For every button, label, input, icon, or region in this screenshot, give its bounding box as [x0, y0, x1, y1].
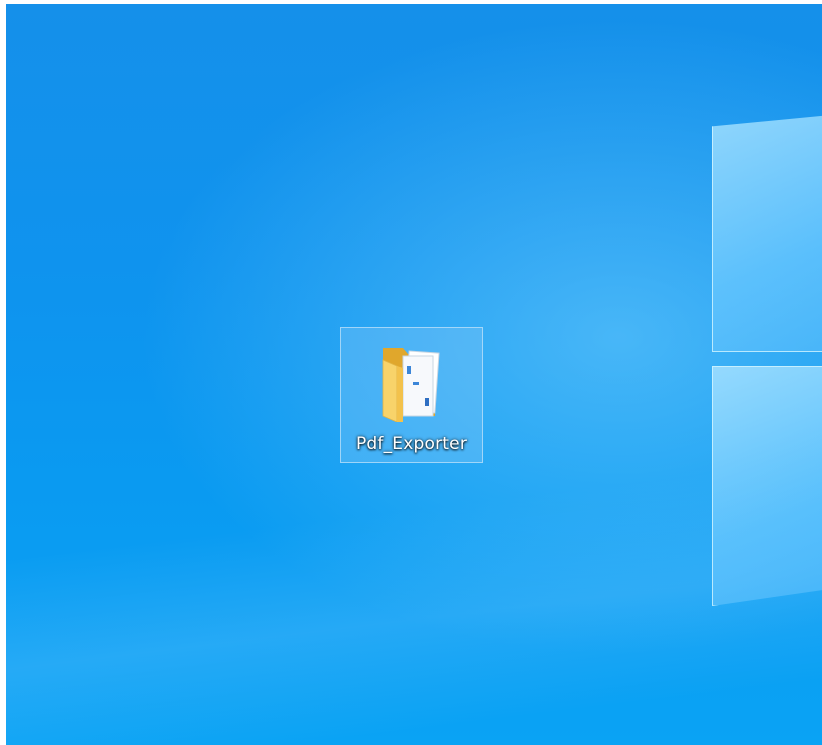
windows-logo-pane-top: [712, 112, 822, 352]
desktop[interactable]: Pdf_Exporter: [6, 4, 822, 745]
windows-logo-wallpaper-art: [712, 100, 822, 620]
windows-logo-pane-bottom: [712, 366, 822, 606]
folder-icon: [382, 348, 440, 422]
desktop-icon-label: Pdf_Exporter: [355, 434, 468, 454]
desktop-icon-pdf-exporter[interactable]: Pdf_Exporter: [340, 327, 483, 463]
